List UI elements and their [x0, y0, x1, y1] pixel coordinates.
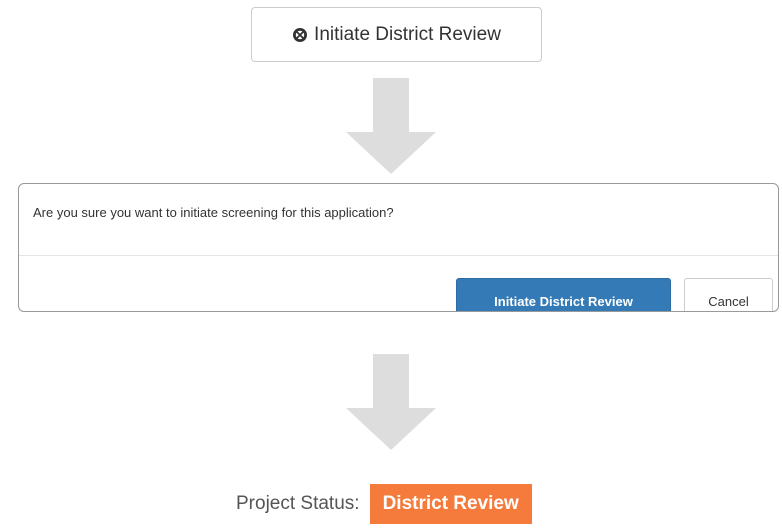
status-badge: District Review: [369, 484, 532, 524]
arrow-down-icon: [346, 76, 436, 176]
ban-circle-icon: [292, 27, 308, 43]
cancel-button[interactable]: Cancel: [684, 278, 773, 311]
confirm-dialog: Are you sure you want to initiate screen…: [18, 183, 779, 312]
initiate-district-review-button[interactable]: Initiate District Review: [251, 7, 542, 62]
initiate-district-review-label: Initiate District Review: [314, 23, 501, 45]
dialog-message: Are you sure you want to initiate screen…: [19, 184, 778, 256]
project-status-label: Project Status:: [236, 493, 360, 514]
arrow-down-icon: [346, 352, 436, 452]
project-status: Project Status: District Review: [236, 484, 532, 524]
confirm-initiate-button[interactable]: Initiate District Review: [456, 278, 671, 311]
dialog-footer: Initiate District Review Cancel: [19, 256, 778, 311]
